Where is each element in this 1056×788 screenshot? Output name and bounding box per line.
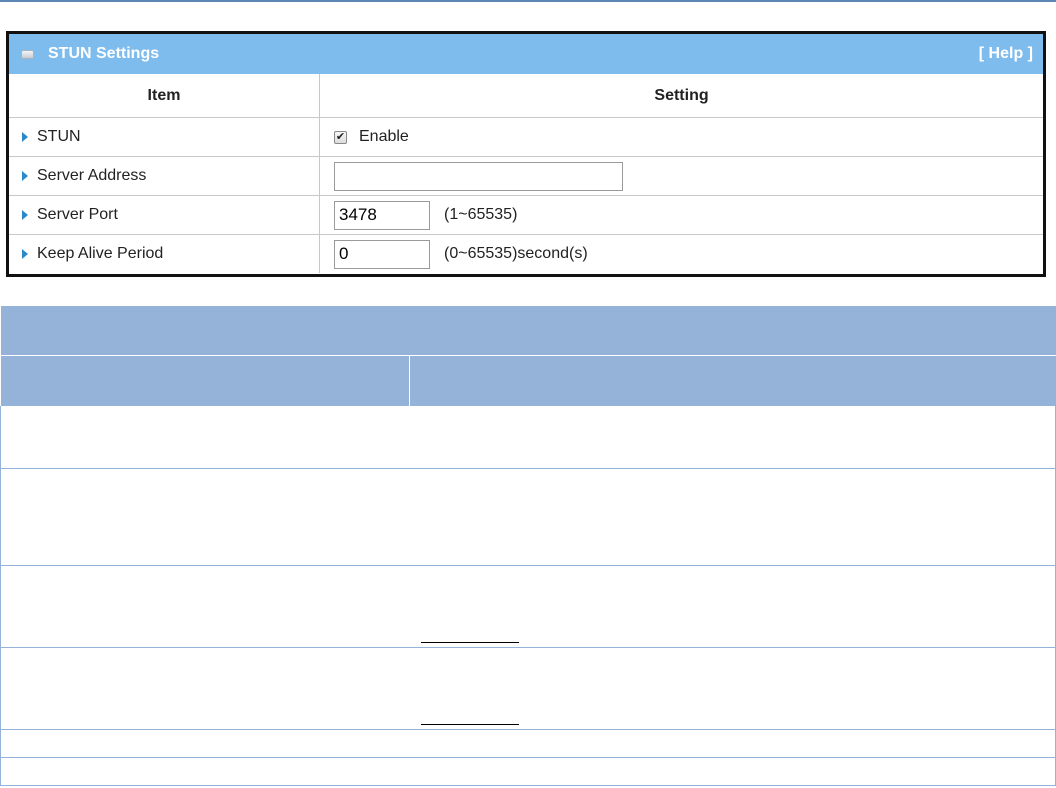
panel-header: STUN Settings [ Help ] xyxy=(9,34,1043,74)
panel-toggle-icon[interactable] xyxy=(21,49,34,59)
description-column-header xyxy=(0,355,1056,406)
settings-row-server-port: Server Port (1~65535) xyxy=(9,195,1043,234)
settings-row-server-address: Server Address xyxy=(9,156,1043,195)
server-address-input[interactable] xyxy=(334,161,623,191)
row-setting-cell: ✔ Enable xyxy=(320,118,1043,156)
settings-row-stun: STUN ✔ Enable xyxy=(9,117,1043,156)
keep-alive-input[interactable] xyxy=(334,239,430,269)
row-label-cell: STUN xyxy=(9,118,320,156)
description-row xyxy=(0,758,1056,786)
server-port-input[interactable] xyxy=(334,200,430,230)
arrow-right-icon xyxy=(22,132,28,142)
top-divider xyxy=(0,0,1056,2)
row-label-cell: Server Address xyxy=(9,157,320,195)
item-column-header: Item xyxy=(9,74,320,117)
description-row xyxy=(0,648,1056,730)
arrow-right-icon xyxy=(22,210,28,220)
setting-column-header: Setting xyxy=(654,86,709,104)
server-port-label: Server Port xyxy=(37,206,118,223)
description-item-header xyxy=(0,356,410,406)
column-header-row: Item Setting xyxy=(9,74,1043,117)
keep-alive-label: Keep Alive Period xyxy=(37,245,164,262)
panel-title: STUN Settings xyxy=(48,45,160,62)
stun-settings-panel: STUN Settings [ Help ] Item Setting STUN… xyxy=(6,31,1046,277)
server-address-label: Server Address xyxy=(37,167,147,184)
arrow-right-icon xyxy=(22,249,28,259)
description-table xyxy=(0,306,1056,788)
description-row xyxy=(0,566,1056,648)
underline-mark xyxy=(421,642,519,643)
keep-alive-hint: (0~65535)second(s) xyxy=(444,245,588,262)
description-detail-header xyxy=(410,356,1056,406)
row-label-cell: Server Port xyxy=(9,196,320,234)
row-label-cell: Keep Alive Period xyxy=(9,235,320,273)
description-title-bar xyxy=(0,306,1056,355)
checkmark-icon: ✔ xyxy=(335,130,346,143)
stun-label: STUN xyxy=(37,128,81,145)
row-setting-cell xyxy=(320,157,1043,195)
stun-enable-label: Enable xyxy=(359,128,409,145)
stun-enable-checkbox[interactable]: ✔ xyxy=(334,130,347,144)
row-setting-cell: (0~65535)second(s) xyxy=(320,235,1043,273)
description-row xyxy=(0,406,1056,469)
row-setting-cell: (1~65535) xyxy=(320,196,1043,234)
server-port-hint: (1~65535) xyxy=(444,206,518,223)
arrow-right-icon xyxy=(22,171,28,181)
underline-mark xyxy=(421,724,519,725)
settings-row-keep-alive: Keep Alive Period (0~65535)second(s) xyxy=(9,234,1043,273)
description-row xyxy=(0,469,1056,566)
description-row xyxy=(0,730,1056,758)
help-link[interactable]: [ Help ] xyxy=(979,45,1033,63)
